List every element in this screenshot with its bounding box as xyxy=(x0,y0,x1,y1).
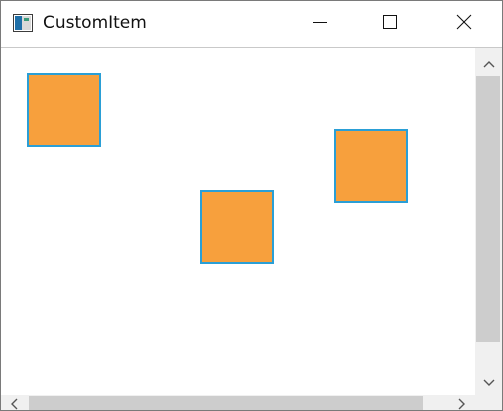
horizontal-scrollbar[interactable] xyxy=(1,395,475,410)
scroll-down-button[interactable] xyxy=(475,367,502,395)
title-bar[interactable]: CustomItem xyxy=(1,1,502,48)
vertical-scrollbar[interactable] xyxy=(475,48,502,395)
minimize-button[interactable] xyxy=(285,1,355,47)
scroll-left-button[interactable] xyxy=(1,395,27,410)
minimize-icon xyxy=(312,14,328,34)
scroll-up-button[interactable] xyxy=(475,48,502,76)
window-title: CustomItem xyxy=(43,13,147,33)
chevron-down-icon xyxy=(483,372,495,391)
custom-item-2[interactable] xyxy=(200,190,274,264)
graphics-view[interactable] xyxy=(1,48,475,395)
scrollbar-corner xyxy=(475,395,502,410)
close-icon xyxy=(456,14,472,34)
vertical-scroll-thumb[interactable] xyxy=(476,76,500,342)
maximize-icon xyxy=(382,14,398,34)
custom-item-1[interactable] xyxy=(27,73,101,147)
horizontal-scroll-thumb[interactable] xyxy=(29,396,423,410)
chevron-left-icon xyxy=(10,395,18,410)
window-app-icon xyxy=(13,14,33,32)
chevron-up-icon xyxy=(483,53,495,72)
close-button[interactable] xyxy=(429,1,499,47)
scroll-right-button[interactable] xyxy=(449,395,475,410)
chevron-right-icon xyxy=(458,395,466,410)
maximize-button[interactable] xyxy=(355,1,425,47)
main-window: CustomItem xyxy=(0,0,503,411)
custom-item-3[interactable] xyxy=(334,129,408,203)
